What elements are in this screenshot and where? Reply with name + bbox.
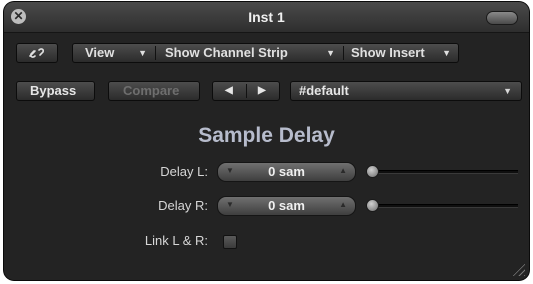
preset-label: #default bbox=[299, 83, 349, 98]
delay-l-label: Delay L: bbox=[160, 164, 208, 179]
link-lr-checkbox[interactable] bbox=[223, 235, 237, 249]
preset-menu[interactable]: #default ▼ bbox=[290, 81, 522, 101]
compare-label: Compare bbox=[123, 83, 180, 98]
view-menu-bar: View ▼ Show Channel Strip ▼ Show Insert … bbox=[72, 43, 459, 63]
arrow-left-icon[interactable]: ◀ bbox=[225, 82, 233, 100]
show-insert-label: Show Insert bbox=[351, 45, 425, 60]
divider bbox=[246, 84, 247, 98]
compare-button[interactable]: Compare bbox=[108, 81, 200, 101]
chevron-down-icon: ▼ bbox=[138, 48, 147, 58]
bypass-button[interactable]: Bypass bbox=[16, 81, 95, 101]
delay-r-slider-knob[interactable] bbox=[366, 199, 379, 212]
chain-link-icon bbox=[29, 48, 44, 58]
plugin-title: Sample Delay bbox=[198, 124, 335, 147]
chevron-down-icon: ▼ bbox=[503, 86, 512, 96]
preset-nav-group: ◀ ▶ bbox=[212, 81, 280, 101]
delay-r-value: 0 sam bbox=[268, 198, 305, 213]
delay-l-slider-track[interactable] bbox=[372, 170, 518, 174]
delay-l-slider-knob[interactable] bbox=[366, 165, 379, 178]
chevron-down-icon: ▼ bbox=[442, 48, 451, 58]
show-channel-strip-menu[interactable]: Show Channel Strip ▼ bbox=[156, 44, 343, 62]
delay-r-label: Delay R: bbox=[158, 198, 208, 213]
delay-l-value: 0 sam bbox=[268, 164, 305, 179]
toolbar-toggle-button[interactable] bbox=[486, 11, 518, 25]
title-bar[interactable]: ✕ Inst 1 bbox=[4, 2, 529, 33]
bypass-label: Bypass bbox=[30, 83, 77, 98]
delay-l-field[interactable]: ▼ 0 sam ▲ bbox=[217, 162, 356, 182]
plugin-window: ✕ Inst 1 View ▼ Show Channel Strip ▼ Sho… bbox=[4, 2, 529, 280]
resize-grip-icon[interactable] bbox=[511, 262, 525, 276]
show-insert-menu[interactable]: Show Insert ▼ bbox=[344, 44, 459, 62]
link-button[interactable] bbox=[16, 43, 58, 63]
show-channel-strip-label: Show Channel Strip bbox=[165, 45, 288, 60]
delay-r-slider-track[interactable] bbox=[372, 204, 518, 208]
window-title: Inst 1 bbox=[248, 9, 285, 25]
delay-r-field[interactable]: ▼ 0 sam ▲ bbox=[217, 196, 356, 216]
arrow-right-icon[interactable]: ▶ bbox=[258, 82, 266, 100]
increment-icon[interactable]: ▲ bbox=[339, 166, 347, 175]
link-lr-label: Link L & R: bbox=[144, 233, 208, 248]
view-menu[interactable]: View ▼ bbox=[73, 44, 155, 62]
view-label: View bbox=[85, 45, 115, 60]
increment-icon[interactable]: ▲ bbox=[339, 200, 347, 209]
chevron-down-icon: ▼ bbox=[326, 48, 335, 58]
